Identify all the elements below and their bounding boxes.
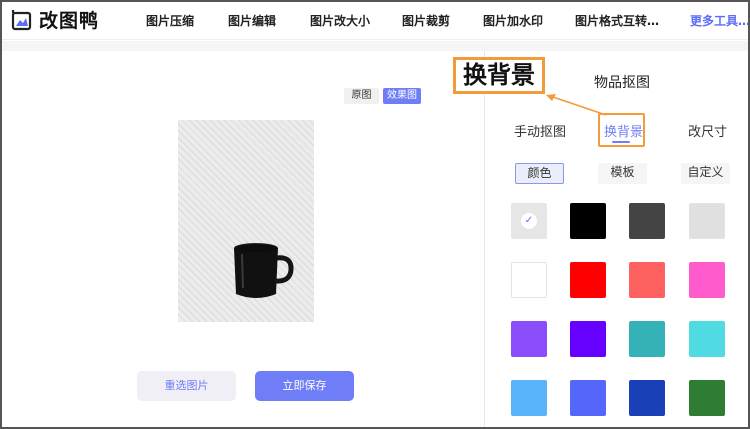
right-tool-panel (484, 51, 750, 429)
color-swatch[interactable] (570, 321, 606, 357)
tab-manual-cutout[interactable]: 手动抠图 (514, 121, 566, 140)
header-divider-strip (0, 41, 750, 51)
color-swatch[interactable] (629, 262, 665, 298)
color-swatch[interactable] (629, 380, 665, 416)
subtab-template[interactable]: 模板 (598, 163, 647, 184)
panel-title: 物品抠图 (594, 75, 650, 91)
color-swatch[interactable] (570, 203, 606, 239)
logo-text: 改图鸭 (39, 10, 100, 32)
color-swatch[interactable] (689, 380, 725, 416)
save-now-button[interactable]: 立即保存 (255, 371, 354, 401)
nav-image-format-convert[interactable]: 图片格式互转… (575, 12, 659, 29)
nav-image-edit[interactable]: 图片编辑 (228, 12, 276, 29)
toggle-original-button[interactable]: 原图 (344, 88, 379, 104)
nav-image-compress[interactable]: 图片压缩 (146, 12, 194, 29)
nav-more-tools[interactable]: 更多工具… (690, 12, 750, 29)
reselect-image-button[interactable]: 重选图片 (137, 371, 236, 401)
nav-image-resize[interactable]: 图片改大小 (310, 12, 370, 29)
logo-icon (11, 9, 32, 30)
swatch-transparent-selected[interactable]: ✓ (511, 203, 547, 239)
mug-image (234, 243, 294, 298)
tab-resize[interactable]: 改尺寸 (688, 121, 727, 140)
color-swatch[interactable] (511, 321, 547, 357)
subtab-custom[interactable]: 自定义 (681, 163, 730, 184)
subtab-color[interactable]: 颜色 (515, 163, 564, 184)
image-preview-canvas (178, 120, 314, 322)
checkmark-icon: ✓ (521, 213, 537, 229)
nav-image-watermark[interactable]: 图片加水印 (483, 12, 543, 29)
nav-image-crop[interactable]: 图片裁剪 (402, 12, 450, 29)
color-swatch[interactable] (570, 380, 606, 416)
toggle-effect-button[interactable]: 效果图 (383, 88, 421, 104)
color-swatch[interactable] (689, 321, 725, 357)
tab-highlight-box (598, 113, 645, 147)
color-swatch[interactable] (511, 380, 547, 416)
color-swatch[interactable] (511, 262, 547, 298)
callout-label: 换背景 (453, 57, 545, 94)
color-swatch[interactable] (689, 203, 725, 239)
logo[interactable]: 改图鸭 (10, 6, 99, 33)
color-swatch[interactable] (570, 262, 606, 298)
color-swatch[interactable] (629, 321, 665, 357)
top-navigation-bar: 改图鸭 图片压缩 图片编辑 图片改大小 图片裁剪 图片加水印 图片格式互转… 更… (0, 0, 750, 40)
color-swatch[interactable] (629, 203, 665, 239)
color-swatch[interactable] (689, 262, 725, 298)
